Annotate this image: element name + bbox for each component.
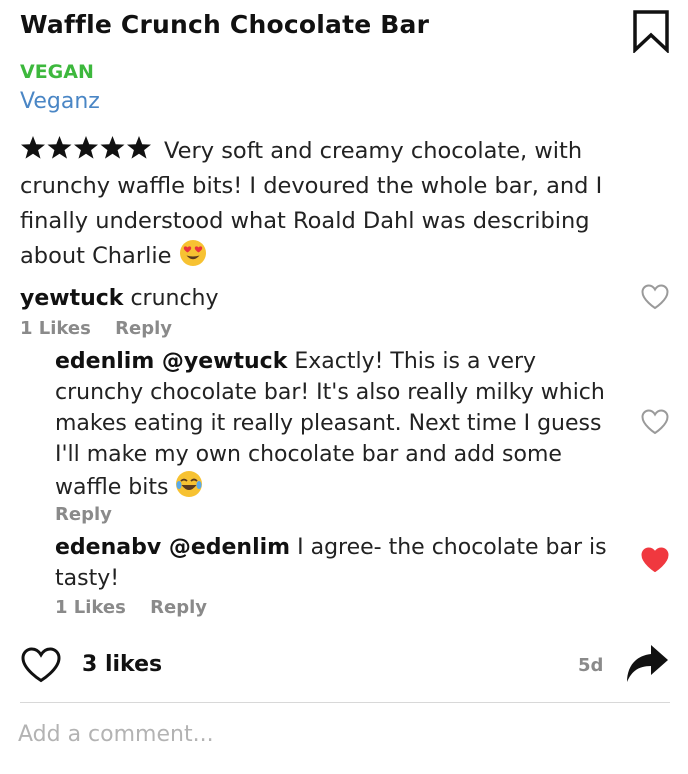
like-heart-icon[interactable] [640,408,670,436]
comment-username[interactable]: edenabv @edenlim [55,535,290,560]
star-icon [47,136,72,159]
brand-link[interactable]: Veganz [20,89,100,114]
star-icon [100,136,125,159]
star-icon [21,136,45,159]
comment-username[interactable]: yewtuck [20,286,123,311]
tears-of-joy-emoji-icon [176,471,203,497]
star-icon [74,136,98,159]
comment-meta: 1 Likes Reply [55,597,225,618]
like-post-heart-icon[interactable] [20,646,62,684]
comment-item: edenabv @edenlim I agree- the chocolate … [55,532,615,594]
post-title: Waffle Crunch Chocolate Bar [20,10,430,39]
comment-username[interactable]: edenlim @yewtuck [55,349,287,374]
liked-heart-icon[interactable] [640,546,670,574]
review-body: Very soft and creamy chocolate, with cru… [20,134,660,274]
post-age: 5d [578,655,604,676]
post-likes-count[interactable]: 3 likes [82,652,162,677]
bookmark-icon[interactable] [632,9,670,53]
likes-count[interactable]: 1 Likes [55,597,126,618]
divider [20,702,670,703]
add-comment-input[interactable] [18,722,658,747]
diet-tag: VEGAN [20,61,94,83]
heart-eyes-emoji-icon [179,240,206,266]
comment-meta: 1 Likes Reply [20,318,190,339]
like-heart-icon[interactable] [640,283,670,311]
star-icon [127,136,151,159]
comment-text: crunchy [130,286,219,311]
comment-item: yewtuck crunchy [20,283,620,314]
five-star-rating [21,136,151,159]
reply-button[interactable]: Reply [115,318,172,339]
share-arrow-icon[interactable] [624,642,670,684]
likes-count[interactable]: 1 Likes [20,318,91,339]
comment-item: edenlim @yewtuck Exactly! This is a very… [55,346,630,503]
reply-button[interactable]: Reply [55,504,112,525]
reply-button[interactable]: Reply [150,597,207,618]
comment-meta: Reply [55,504,130,525]
